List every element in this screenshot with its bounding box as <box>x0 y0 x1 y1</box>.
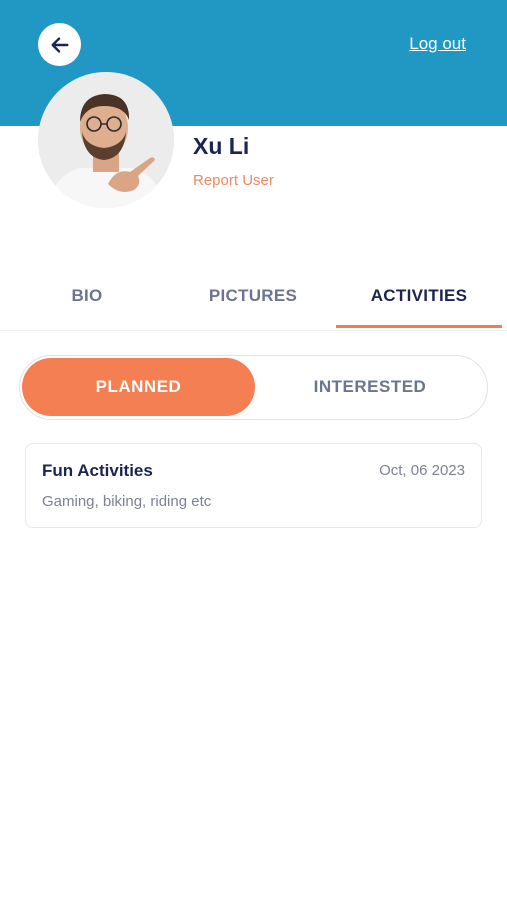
planned-segment-button[interactable]: PLANNED <box>22 358 255 416</box>
profile-tabs: BIO PICTURES ACTIVITIES <box>0 268 507 331</box>
back-button[interactable] <box>38 23 81 66</box>
activity-date: Oct, 06 2023 <box>379 462 465 479</box>
report-user-link[interactable]: Report User <box>193 172 274 189</box>
activity-title: Fun Activities <box>42 461 153 480</box>
arrow-left-icon <box>50 36 69 53</box>
activity-description: Gaming, biking, riding etc <box>42 493 212 510</box>
profile-screen: Log out Xu Li Report User BIO PICTURES A… <box>0 0 507 900</box>
activity-card[interactable]: Fun Activities Oct, 06 2023 Gaming, biki… <box>25 443 482 528</box>
avatar <box>38 72 174 208</box>
interested-segment-button[interactable]: INTERESTED <box>260 358 480 416</box>
person-photo-icon <box>38 72 174 208</box>
active-tab-indicator <box>336 325 502 328</box>
user-name: Xu Li <box>193 133 250 159</box>
activity-filter-toggle: PLANNED INTERESTED <box>19 355 488 420</box>
tab-activities[interactable]: ACTIVITIES <box>336 268 502 328</box>
tab-pictures[interactable]: PICTURES <box>170 268 336 328</box>
tab-bio[interactable]: BIO <box>4 268 170 328</box>
logout-link[interactable]: Log out <box>409 34 466 54</box>
